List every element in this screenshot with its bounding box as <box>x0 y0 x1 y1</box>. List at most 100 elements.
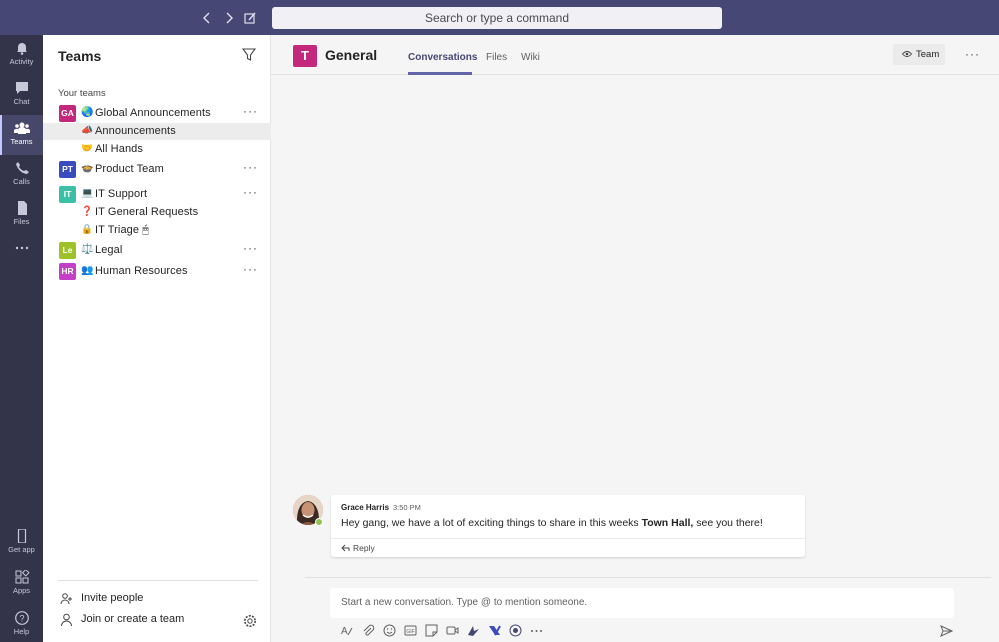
team-emoji: 👥 <box>81 265 94 276</box>
sticker-icon[interactable] <box>425 624 438 637</box>
format-icon[interactable]: A <box>340 624 353 637</box>
invite-people-label: Invite people <box>81 592 144 604</box>
compose-divider <box>305 577 991 578</box>
rail-help[interactable]: ? Help <box>0 605 43 642</box>
stream-icon[interactable] <box>467 624 480 637</box>
tab-files[interactable]: Files <box>486 52 507 63</box>
chat-icon <box>15 82 28 94</box>
attach-icon[interactable] <box>362 624 375 637</box>
channel-emoji: 📣 <box>81 125 93 136</box>
join-create-team-label: Join or create a team <box>81 613 185 625</box>
rail-more[interactable] <box>0 235 43 259</box>
channel-announcements[interactable]: 📣 Announcements <box>43 123 271 140</box>
rail-calls[interactable]: Calls <box>0 155 43 195</box>
svg-text:?: ? <box>19 614 24 624</box>
tab-conversations[interactable]: Conversations <box>408 52 477 63</box>
rail-label: Help <box>13 627 30 636</box>
team-legal[interactable]: Le ⚖️ Legal ··· <box>43 240 271 260</box>
channel-title: General <box>325 47 378 63</box>
reply-bar: Reply <box>331 538 805 557</box>
more-icon[interactable] <box>530 624 543 637</box>
team-emoji: 💻 <box>81 188 94 199</box>
team-emoji: 🍲 <box>81 163 94 174</box>
active-tab-indicator <box>408 72 472 75</box>
team-name: Human Resources <box>95 265 188 277</box>
apps-icon <box>15 570 30 584</box>
emoji-icon[interactable] <box>383 624 396 637</box>
reply-button[interactable]: Reply <box>341 543 375 553</box>
team-button[interactable]: Team <box>893 44 945 65</box>
section-label: Your teams <box>58 88 106 99</box>
channel-emoji: 🤝 <box>81 143 93 154</box>
help-icon: ? <box>14 611 29 625</box>
team-name: Legal <box>95 244 123 256</box>
team-avatar: GA <box>59 105 76 122</box>
message-text: Hey gang, we have a lot of exciting thin… <box>341 517 642 529</box>
rail-teams[interactable]: Teams <box>0 115 43 155</box>
team-button-label: Team <box>916 49 940 60</box>
team-name: Global Announcements <box>95 107 211 119</box>
team-emoji: ⚖️ <box>81 244 94 255</box>
rail-label: Files <box>13 217 30 226</box>
svg-text:A: A <box>341 626 348 637</box>
team-avatar: IT <box>59 186 76 203</box>
message-card: Grace Harris 3:50 PM Hey gang, we have a… <box>331 495 805 557</box>
send-icon[interactable] <box>940 625 953 637</box>
rail-apps[interactable]: Apps <box>0 564 43 604</box>
message-body: Hey gang, we have a lot of exciting thin… <box>341 517 763 529</box>
file-icon <box>17 201 27 215</box>
forward-icon[interactable] <box>219 8 239 28</box>
phone-icon <box>15 162 29 174</box>
more-options-icon[interactable]: ··· <box>965 47 980 61</box>
team-avatar: PT <box>59 161 76 178</box>
more-options-icon[interactable]: ··· <box>243 104 258 118</box>
team-it-support[interactable]: IT 💻 IT Support ··· <box>43 184 271 204</box>
message-author[interactable]: Grace Harris <box>341 503 389 512</box>
new-chat-icon[interactable] <box>240 8 260 28</box>
meet-now-icon[interactable] <box>446 624 459 637</box>
more-options-icon[interactable]: ··· <box>243 262 258 276</box>
invite-people-icon <box>60 593 72 605</box>
rail-chat[interactable]: Chat <box>0 75 43 115</box>
teams-icon <box>13 122 30 134</box>
praise-icon[interactable] <box>509 624 522 637</box>
channel-it-triage[interactable]: 🔒 IT Triage 🖱 <box>43 222 271 239</box>
person-icon <box>61 613 72 626</box>
channel-name: IT General Requests <box>95 206 199 218</box>
team-global-announcements[interactable]: GA 🌏 Global Announcements ··· <box>43 103 271 123</box>
more-options-icon[interactable]: ··· <box>243 241 258 255</box>
back-icon[interactable] <box>197 8 217 28</box>
tab-wiki[interactable]: Wiki <box>521 52 540 63</box>
rail-activity[interactable]: Activity <box>0 35 43 75</box>
channel-name: IT Triage 🖱 <box>95 224 149 236</box>
compose-input[interactable]: Start a new conversation. Type @ to ment… <box>330 588 954 618</box>
teams-pane: Teams Your teams GA 🌏 Global Announcemen… <box>43 35 271 642</box>
message-text-end: see you there! <box>693 517 763 529</box>
message-time: 3:50 PM <box>393 503 421 512</box>
more-options-icon[interactable]: ··· <box>243 185 258 199</box>
filter-icon[interactable] <box>242 48 256 62</box>
pane-divider <box>58 580 258 581</box>
more-options-icon[interactable]: ··· <box>243 160 258 174</box>
rail-label: Get app <box>8 545 35 554</box>
channel-emoji: ❓ <box>81 206 93 217</box>
flow-icon[interactable] <box>488 624 501 637</box>
gif-icon[interactable]: GIF <box>404 624 417 637</box>
bell-icon <box>16 43 27 55</box>
reply-icon <box>341 544 350 552</box>
channel-emoji: 🔒 <box>81 224 93 235</box>
search-input[interactable]: Search or type a command <box>272 7 722 29</box>
team-product-team[interactable]: PT 🍲 Product Team ··· <box>43 159 271 179</box>
rail-label: Teams <box>10 137 33 146</box>
team-emoji: 🌏 <box>81 107 94 118</box>
svg-text:GIF: GIF <box>406 629 414 635</box>
team-human-resources[interactable]: HR 👥 Human Resources ··· <box>43 261 271 281</box>
rail-get-app[interactable]: Get app <box>0 523 43 563</box>
channel-all-hands[interactable]: 🤝 All Hands <box>43 141 271 158</box>
channel-it-general-requests[interactable]: ❓ IT General Requests <box>43 204 271 221</box>
message-bold-text: Town Hall, <box>641 517 694 529</box>
rail-files[interactable]: Files <box>0 195 43 235</box>
team-name: IT Support <box>95 188 148 200</box>
gear-icon[interactable] <box>243 614 257 628</box>
eye-icon <box>902 51 912 57</box>
